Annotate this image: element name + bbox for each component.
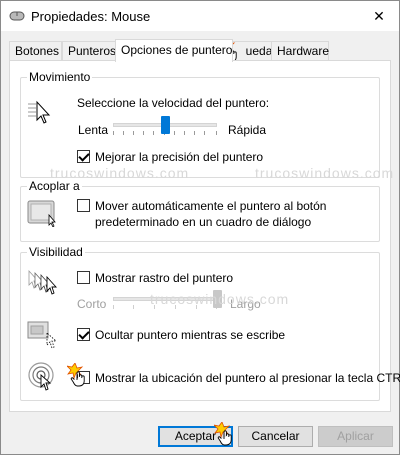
group-title-movimiento: Movimiento	[27, 70, 93, 84]
click-hint-icon	[67, 363, 85, 387]
watermark-text: trucoswindows.com	[150, 291, 290, 307]
apply-button[interactable]: Aplicar	[318, 426, 393, 447]
group-movimiento: Movimiento Seleccione la velocidad del p…	[20, 70, 380, 178]
snap-checkbox[interactable]	[77, 199, 90, 212]
mouse-icon	[9, 11, 25, 21]
cancel-button[interactable]: Cancelar	[238, 426, 313, 447]
pointer-trail-icon	[28, 269, 58, 295]
tab-botones[interactable]: Botones	[9, 41, 62, 61]
close-icon: ✕	[373, 7, 385, 24]
watermark-text: trucoswindows.com	[50, 165, 190, 181]
hide-while-typing-icon	[27, 321, 58, 349]
snap-label-line2: predeterminado en un cuadro de diálogo	[95, 215, 312, 229]
close-button[interactable]: ✕	[359, 1, 399, 31]
speed-label: Seleccione la velocidad del puntero:	[77, 96, 270, 110]
hide-typing-label: Ocultar puntero mientras se escribe	[95, 328, 286, 342]
precision-label: Mejorar la precisión del puntero	[95, 150, 264, 164]
speed-slider-thumb[interactable]	[160, 116, 170, 134]
speed-fast-label: Rápida	[228, 123, 267, 137]
tab-punteros[interactable]: Punteros	[62, 41, 117, 61]
pointer-speed-icon	[28, 100, 51, 124]
mouse-properties-window: Propiedades: Mouse ✕ Botones Punteros Op…	[0, 0, 400, 455]
click-hint-icon	[214, 422, 232, 446]
snap-to-button-icon	[27, 200, 56, 227]
speed-slow-label: Lenta	[78, 123, 109, 137]
group-acoplar: Acoplar a Mover automáticamente el punte…	[20, 179, 380, 242]
hide-typing-checkbox[interactable]	[77, 328, 90, 341]
title-bar: Propiedades: Mouse ✕	[1, 1, 399, 31]
group-title-acoplar: Acoplar a	[27, 179, 82, 193]
snap-label-line1: Mover automáticamente el puntero al botó…	[95, 199, 327, 213]
tab-hardware[interactable]: Hardware	[271, 41, 329, 61]
tab-opciones-de-puntero[interactable]: Opciones de puntero	[115, 39, 233, 62]
ctrl-locate-label: Mostrar la ubicación del puntero al pres…	[95, 371, 400, 385]
watermark-text: trucoswindows.com	[255, 165, 395, 181]
trail-label: Mostrar rastro del puntero	[95, 271, 234, 285]
tab-panel: Movimiento Seleccione la velocidad del p…	[9, 60, 400, 412]
group-title-visibilidad: Visibilidad	[27, 245, 85, 259]
precision-checkbox[interactable]	[77, 150, 90, 163]
window-title: Propiedades: Mouse	[31, 9, 151, 24]
group-visibilidad: Visibilidad Mostrar rastro del puntero C…	[20, 245, 400, 401]
locate-pointer-icon	[28, 362, 54, 391]
trail-checkbox[interactable]	[77, 271, 90, 284]
trail-short-label: Corto	[77, 297, 107, 311]
